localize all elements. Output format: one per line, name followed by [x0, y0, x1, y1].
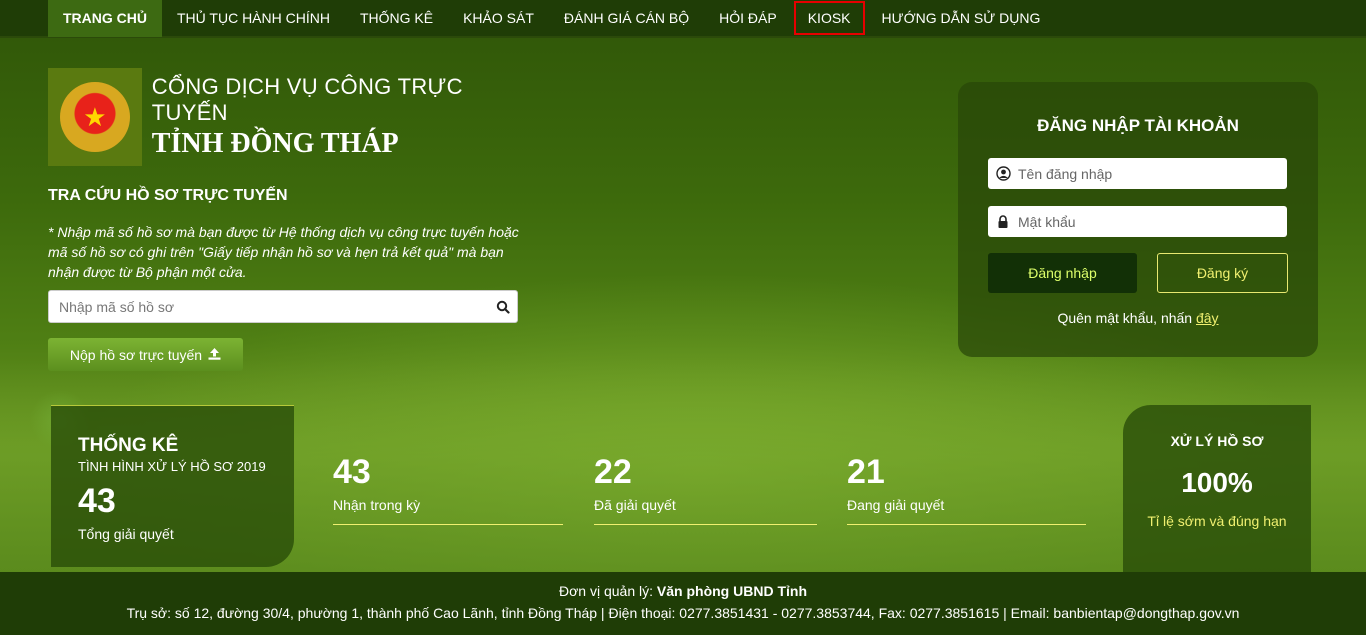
- username-input[interactable]: [1018, 159, 1287, 188]
- upload-icon: [208, 347, 221, 363]
- footer-manager-name: Văn phòng UBND Tỉnh: [656, 583, 807, 599]
- login-button[interactable]: Đăng nhập: [988, 253, 1137, 293]
- nav-item-statistics[interactable]: THỐNG KÊ: [345, 0, 448, 37]
- statistics-total-value: 43: [78, 482, 116, 520]
- top-nav: TRANG CHỦ THỦ TỤC HÀNH CHÍNH THỐNG KÊ KH…: [0, 0, 1366, 38]
- user-icon: [988, 158, 1018, 189]
- stat-resolved-label: Đã giải quyết: [594, 497, 676, 513]
- stat-processing: 21 Đang giải quyết: [847, 453, 1086, 525]
- password-field-wrapper: [988, 206, 1287, 237]
- nav-item-administrative-procedures[interactable]: THỦ TỤC HÀNH CHÍNH: [162, 0, 345, 37]
- username-field-wrapper: [988, 158, 1287, 189]
- stat-processing-value: 21: [847, 453, 885, 491]
- stat-processing-label: Đang giải quyết: [847, 497, 945, 513]
- stat-received-value: 43: [333, 453, 371, 491]
- search-box: [48, 290, 518, 323]
- stat-received-label: Nhận trong kỳ: [333, 497, 421, 513]
- stat-resolved-value: 22: [594, 453, 632, 491]
- nav-item-home[interactable]: TRANG CHỦ: [48, 0, 162, 37]
- login-panel: ĐĂNG NHẬP TÀI KHOẢN Đăng nhập Đăng ký Qu…: [958, 82, 1318, 357]
- statistics-total-label: Tổng giải quyết: [78, 526, 174, 542]
- nav-item-survey[interactable]: KHẢO SÁT: [448, 0, 549, 37]
- processing-rate-title: XỬ LÝ HỒ SƠ: [1170, 433, 1264, 449]
- submit-online-application-label: Nộp hồ sơ trực tuyến: [69, 346, 203, 363]
- lock-icon: [988, 206, 1018, 237]
- site-title-line1: CỔNG DỊCH VỤ CÔNG TRỰC TUYẾN: [151, 74, 463, 125]
- nav-item-user-guide[interactable]: HƯỚNG DẪN SỬ DỤNG: [867, 0, 1056, 37]
- forgot-password: Quên mật khẩu, nhấn đây: [958, 310, 1318, 326]
- stat-received: 43 Nhận trong kỳ: [333, 453, 563, 525]
- submit-online-application-button[interactable]: Nộp hồ sơ trực tuyến: [48, 338, 243, 371]
- search-icon[interactable]: [489, 291, 517, 322]
- national-emblem-icon: ★: [48, 68, 142, 166]
- footer-address: Trụ sở: số 12, đường 30/4, phường 1, thà…: [126, 605, 1240, 621]
- footer-manager: Đơn vị quản lý: Văn phòng UBND Tỉnh: [0, 583, 1366, 599]
- site-logo[interactable]: ★ CỔNG DỊCH VỤ CÔNG TRỰC TUYẾN TỈNH ĐỒNG…: [48, 68, 528, 166]
- register-button[interactable]: Đăng ký: [1157, 253, 1288, 293]
- search-section-title: TRA CỨU HỒ SƠ TRỰC TUYẾN: [48, 187, 288, 204]
- footer: Đơn vị quản lý: Văn phòng UBND Tỉnh Trụ …: [0, 572, 1366, 635]
- processing-rate-value: 100%: [1181, 467, 1253, 498]
- search-input[interactable]: [49, 291, 489, 322]
- processing-rate-card: XỬ LÝ HỒ SƠ 100% Tỉ lệ sớm và đúng hạn: [1123, 405, 1311, 572]
- forgot-password-link[interactable]: đây: [1196, 310, 1219, 326]
- site-title-line2: TỈNH ĐỒNG THÁP: [151, 128, 399, 159]
- statistics-title: THỐNG KÊ: [78, 435, 179, 456]
- site-title: CỔNG DỊCH VỤ CÔNG TRỰC TUYẾN TỈNH ĐỒNG T…: [152, 74, 528, 160]
- nav-item-kiosk[interactable]: KIOSK: [793, 1, 865, 35]
- search-instructions: * Nhập mã số hồ sơ mà bạn được từ Hệ thố…: [48, 224, 519, 280]
- password-input[interactable]: [1018, 207, 1287, 236]
- nav-item-staff-evaluation[interactable]: ĐÁNH GIÁ CÁN BỘ: [549, 0, 704, 37]
- login-title: ĐĂNG NHẬP TÀI KHOẢN: [1037, 116, 1239, 135]
- processing-rate-label: Tỉ lệ sớm và đúng hạn: [1147, 513, 1287, 529]
- statistics-card: THỐNG KÊ TÌNH HÌNH XỬ LÝ HỒ SƠ 2019 43 T…: [51, 405, 294, 567]
- stat-resolved: 22 Đã giải quyết: [594, 453, 817, 525]
- statistics-subtitle: TÌNH HÌNH XỬ LÝ HỒ SƠ 2019: [78, 459, 266, 474]
- footer-manager-label: Đơn vị quản lý:: [559, 583, 654, 599]
- forgot-password-text: Quên mật khẩu, nhấn: [1057, 310, 1193, 326]
- nav-item-qa[interactable]: HỎI ĐÁP: [704, 0, 792, 37]
